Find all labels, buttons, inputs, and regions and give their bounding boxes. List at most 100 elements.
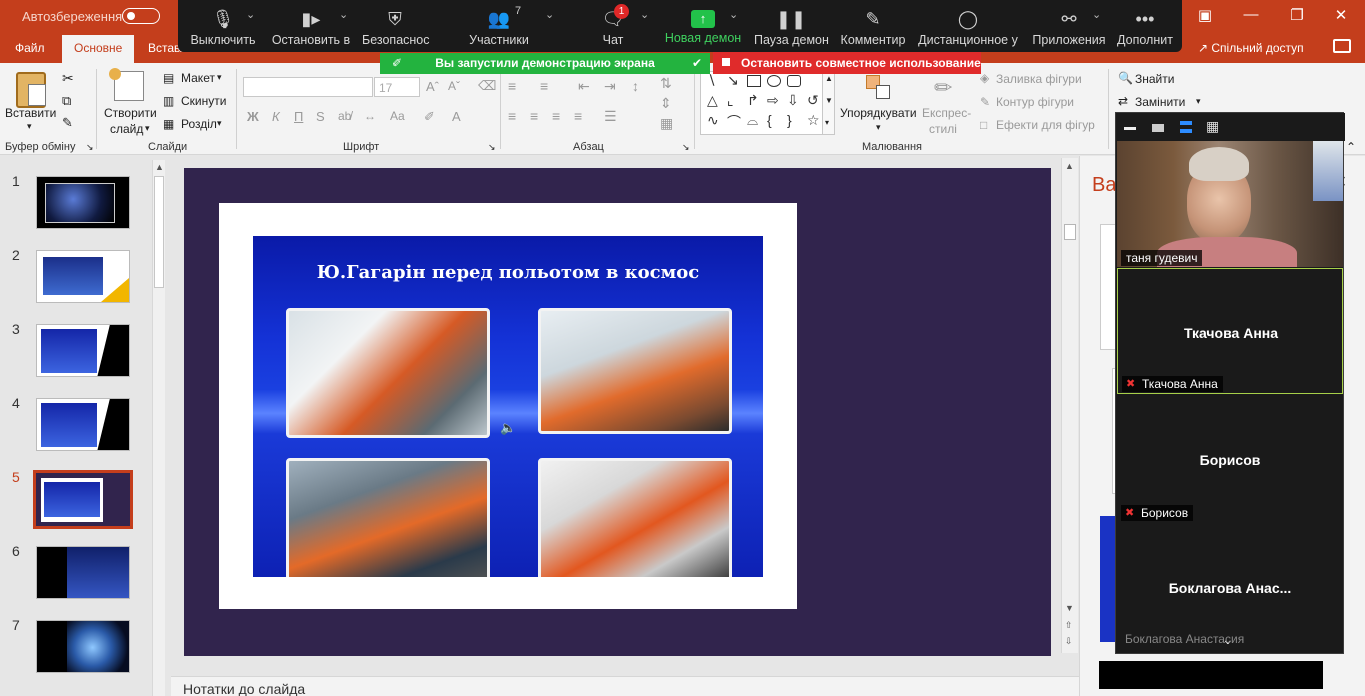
arc-icon[interactable]: ⌒ — [727, 112, 741, 132]
ribbon-display-icon[interactable]: ▣ — [1190, 6, 1220, 24]
text-direction-icon[interactable]: ⇅ — [660, 75, 672, 92]
shapes-down-icon[interactable]: ▼ — [825, 96, 833, 105]
tab-home[interactable]: Основне — [62, 35, 135, 63]
next-slide-icon[interactable]: ⇩ — [1065, 636, 1073, 647]
video-options-icon[interactable]: ⌄ — [339, 8, 348, 21]
clear-format-icon[interactable]: ⌫ — [478, 78, 496, 94]
restore-icon[interactable]: ❐ — [1282, 6, 1312, 24]
cut-icon[interactable]: ✂ — [62, 70, 74, 87]
shapes-scroll[interactable]: ▲ ▼ ▾ — [822, 71, 835, 135]
thumbnails-scrollbar[interactable]: ▲ — [152, 160, 165, 696]
align-left-icon[interactable]: ≡ — [508, 108, 516, 124]
shape-effects-button[interactable]: Ефекти для фігур — [996, 118, 1095, 132]
quick-styles-button[interactable]: Експрес- — [922, 106, 971, 120]
curve-icon[interactable]: ⌓ — [747, 112, 758, 129]
font-name-input[interactable] — [243, 77, 373, 97]
sharing-status-banner[interactable]: ✐ Вы запустили демонстрацию экрана ✔ — [380, 53, 710, 74]
down-arrow-icon[interactable]: ⇩ — [787, 92, 799, 109]
shrink-font-icon[interactable]: Aˇ — [448, 79, 460, 93]
section-button[interactable]: Розділ — [181, 117, 217, 131]
strip-view-icon[interactable] — [1180, 121, 1192, 133]
arrange-button[interactable]: Упорядкувати — [840, 106, 917, 120]
slide-thumbnail[interactable] — [36, 250, 130, 303]
shapes-gallery[interactable]: ∖ ↘ △ ⌞ ↱ ⇨ ⇩ ↺ ∿ ⌒ ⌓ { } ☆ — [700, 71, 834, 135]
speaker-icon[interactable]: 🔈 — [500, 420, 516, 436]
arrow-shape-icon[interactable]: ↘ — [727, 72, 739, 89]
underline-button[interactable]: П — [294, 109, 303, 124]
participant-tile[interactable]: Ткачова Анна ✖ Ткачова Анна — [1117, 268, 1343, 394]
mute-options-icon[interactable]: ⌄ — [246, 8, 255, 21]
apps-options-icon[interactable]: ⌄ — [1092, 8, 1101, 21]
format-painter-icon[interactable]: ✎ — [62, 115, 73, 131]
close-icon[interactable]: ✕ — [1326, 6, 1356, 24]
pause-share-button[interactable]: ❚❚ Пауза демон — [754, 0, 829, 52]
participant-tile[interactable]: Борисов ✖ Борисов — [1117, 396, 1343, 522]
section-dropdown-icon[interactable]: ▾ — [217, 118, 222, 129]
slide-thumbnail[interactable] — [36, 398, 130, 451]
freeform-icon[interactable]: ∿ — [707, 112, 719, 129]
paste-button[interactable]: Вставити — [5, 106, 56, 120]
slide-thumbnail[interactable] — [36, 620, 130, 673]
participants-button[interactable]: 👥 Участники — [466, 0, 532, 52]
grid-view-icon[interactable]: ▦ — [1206, 118, 1219, 135]
justify-icon[interactable]: ≡ — [574, 108, 582, 124]
smartart-icon[interactable]: ▦ — [660, 115, 673, 132]
security-button[interactable]: ⛨ Безопаснос — [362, 0, 430, 52]
right-brace-icon[interactable]: } — [787, 112, 792, 128]
bent-up-arrow-icon[interactable]: ↺ — [807, 92, 819, 109]
editor-scrollbar[interactable]: ▲ ▼ ⇧ ⇩ — [1061, 158, 1078, 653]
font-launcher-icon[interactable]: ↘ — [488, 142, 496, 153]
oval-shape-icon[interactable] — [767, 75, 781, 87]
font-color-icon[interactable]: A — [452, 109, 461, 124]
align-right-icon[interactable]: ≡ — [552, 108, 560, 124]
prev-slide-icon[interactable]: ⇧ — [1065, 620, 1073, 631]
shapes-up-icon[interactable]: ▲ — [825, 74, 833, 83]
tab-file[interactable]: Файл — [15, 41, 45, 55]
italic-button[interactable]: К — [272, 109, 280, 124]
clipboard-launcher-icon[interactable]: ↘ — [86, 142, 94, 153]
photo-gagarin-suiting[interactable] — [286, 308, 490, 438]
minimize-icon[interactable]: — — [1236, 6, 1266, 23]
new-slide-icon[interactable] — [109, 68, 144, 101]
columns-icon[interactable]: ☰ — [604, 108, 617, 125]
bent-arrow-icon[interactable]: ↱ — [747, 92, 759, 109]
shape-outline-button[interactable]: Контур фігури — [996, 95, 1074, 109]
copy-icon[interactable]: ⧉ — [62, 93, 71, 109]
new-slide-dropdown-icon[interactable]: ▾ — [145, 123, 150, 134]
slide-title[interactable]: Ю.Гагарін перед польотом в космос — [253, 262, 763, 283]
align-text-icon[interactable]: ⇕ — [660, 95, 672, 112]
scroll-up-icon[interactable]: ▲ — [155, 162, 164, 172]
video-tile[interactable]: таня гудевич — [1117, 141, 1343, 267]
reset-button[interactable]: Скинути — [181, 94, 226, 108]
paragraph-launcher-icon[interactable]: ↘ — [682, 142, 690, 153]
chat-button[interactable]: 🗨 Чат — [588, 0, 638, 52]
line-spacing-icon[interactable]: ↕ — [632, 78, 639, 94]
layout-dropdown-icon[interactable]: ▾ — [217, 72, 222, 83]
photo-gagarin-boarding[interactable] — [286, 458, 490, 577]
scroll-up-icon[interactable]: ▲ — [1065, 161, 1074, 171]
photo-gagarin-seated[interactable] — [538, 308, 732, 434]
photo-gagarin-helmet[interactable] — [538, 458, 732, 577]
slide-thumbnail[interactable] — [36, 176, 130, 229]
paste-dropdown-icon[interactable]: ▾ — [27, 121, 32, 132]
stop-share-button[interactable]: Остановить совместное использование — [713, 52, 981, 74]
slide-thumbnail[interactable] — [36, 546, 130, 599]
rounded-rect-shape-icon[interactable] — [787, 75, 801, 87]
slide-thumbnail[interactable] — [36, 324, 130, 377]
scroll-handle[interactable] — [1064, 224, 1076, 240]
shadow-button[interactable]: S — [316, 109, 325, 124]
highlight-icon[interactable]: ✐ — [424, 109, 435, 125]
line-shape-icon[interactable]: ∖ — [707, 72, 716, 89]
shapes-more-icon[interactable]: ▾ — [825, 118, 829, 127]
notes-pane[interactable]: Нотатки до слайда — [171, 676, 1079, 696]
star-shape-icon[interactable]: ☆ — [807, 112, 820, 129]
scroll-down-icon[interactable]: ▼ — [1065, 603, 1074, 613]
autosave-toggle[interactable] — [122, 8, 160, 24]
minimize-gallery-icon[interactable] — [1124, 127, 1136, 130]
grow-font-icon[interactable]: Aˆ — [426, 79, 439, 94]
increase-indent-icon[interactable]: ⇥ — [604, 78, 616, 95]
participants-options-icon[interactable]: ⌄ — [545, 8, 554, 21]
right-arrow-icon[interactable]: ⇨ — [767, 92, 779, 109]
arrange-dropdown-icon[interactable]: ▾ — [876, 122, 881, 133]
rectangle-shape-icon[interactable] — [747, 75, 761, 87]
